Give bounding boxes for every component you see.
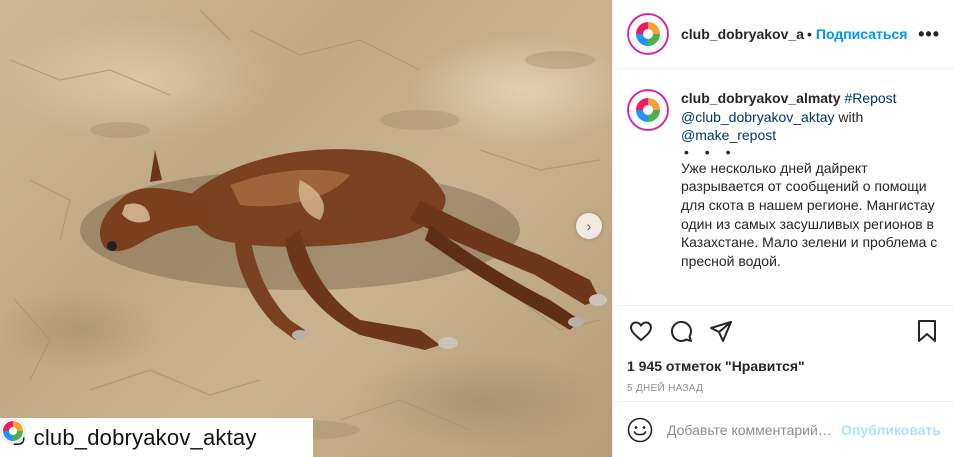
more-options-icon[interactable]: ••• <box>918 24 940 45</box>
caption-with: with <box>838 108 864 125</box>
horse-photo-illustration <box>9 9 607 440</box>
comment-form: Опубликовать <box>613 401 954 457</box>
caption-body: Уже несколько дней дайрект разрывается о… <box>681 159 938 269</box>
share-icon[interactable] <box>707 317 735 345</box>
caption-username[interactable]: club_dobryakov_almaty <box>681 90 841 106</box>
club-logo-icon <box>0 418 26 444</box>
comment-icon[interactable] <box>667 317 695 345</box>
post-side-panel: club_dobryakov_almaty • Подписаться ••• … <box>612 0 954 457</box>
bookmark-icon[interactable] <box>913 317 941 345</box>
post-actions: 1 945 отметок "Нравится" 5 ДНЕЙ НАЗАД <box>613 305 954 394</box>
smiley-icon[interactable] <box>627 417 653 443</box>
caption-avatar[interactable] <box>627 89 669 131</box>
likes-count[interactable]: 1 945 отметок "Нравится" <box>627 358 941 374</box>
avatar[interactable] <box>627 13 669 55</box>
repost-watermark: ⮌ club_dobryakov_aktay <box>0 418 313 457</box>
mention-link[interactable]: @make_repost <box>681 127 776 143</box>
post-header: club_dobryakov_almaty • Подписаться ••• <box>613 0 954 69</box>
comment-input[interactable] <box>667 421 837 438</box>
action-icons <box>627 316 941 346</box>
post-timestamp[interactable]: 5 ДНЕЙ НАЗАД <box>627 383 941 394</box>
mention-link[interactable]: @club_dobryakov_aktay <box>681 109 835 125</box>
caption-separator: • • • <box>684 143 737 160</box>
caption-text: club_dobryakov_almaty #Repost @club_dobr… <box>681 89 940 304</box>
hashtag-link[interactable]: #Repost <box>844 90 896 106</box>
header-username[interactable]: club_dobryakov_almaty <box>681 26 805 42</box>
heart-icon[interactable] <box>627 317 655 345</box>
repost-username: club_dobryakov_aktay <box>33 424 257 450</box>
caption: club_dobryakov_almaty #Repost @club_dobr… <box>613 69 954 304</box>
follow-button[interactable]: Подписаться <box>816 26 908 42</box>
next-photo-button[interactable]: › <box>576 213 602 239</box>
header-dot: • <box>807 26 812 42</box>
post-photo[interactable]: › ⮌ club_dobryakov_aktay <box>0 0 612 457</box>
chevron-right-icon: › <box>586 218 592 234</box>
publish-button[interactable]: Опубликовать <box>841 422 941 438</box>
